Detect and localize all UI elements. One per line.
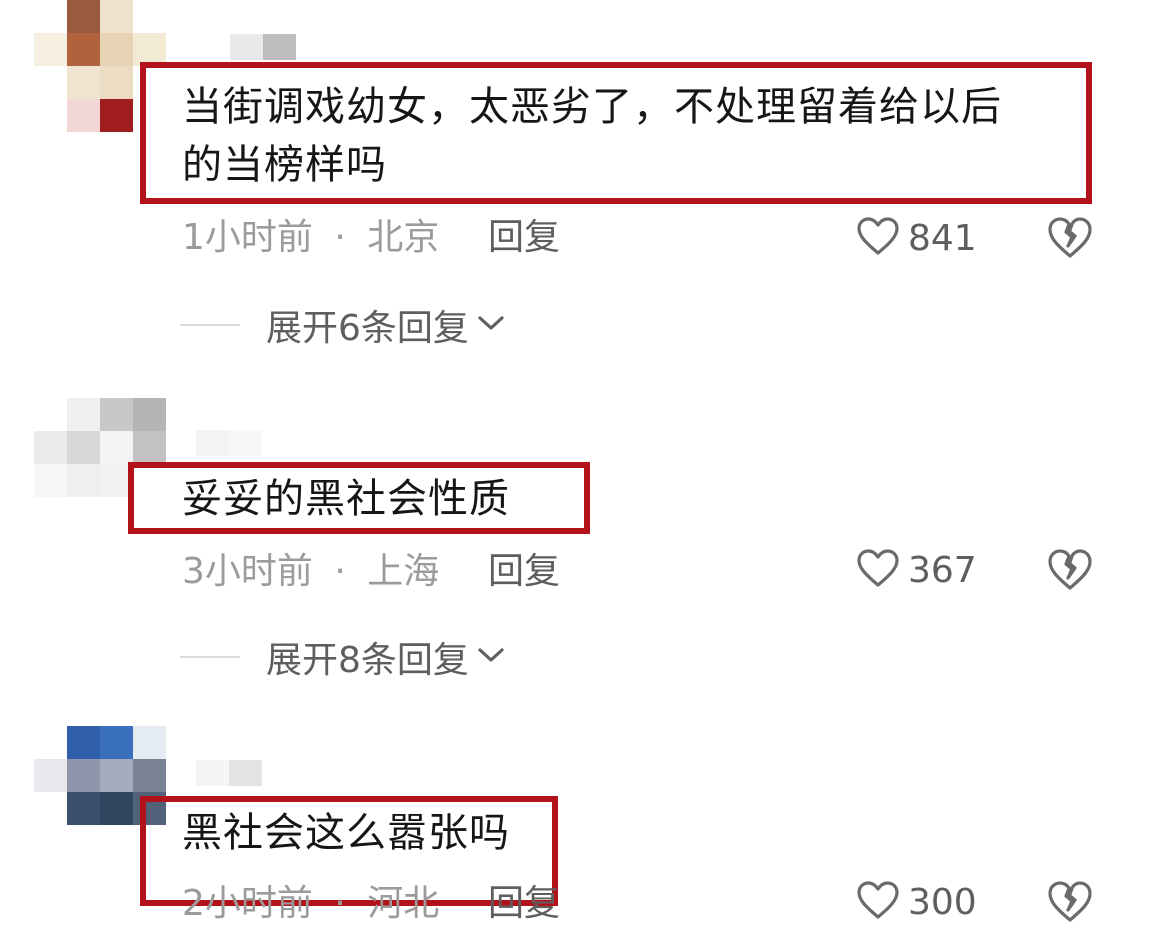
comment-time: 1小时前 (182, 217, 313, 258)
chevron-down-icon (469, 645, 505, 669)
comment-item: 妥妥的黑社会性质 3小时前 · 上海 回复 367 展开8条回复 (0, 380, 1152, 720)
comment-time: 3小时前 (182, 551, 313, 592)
comment-item: 当街调戏幼女，太恶劣了，不处理留着给以后 的当榜样吗 1小时前 · 北京 回复 … (0, 0, 1152, 380)
heart-outline-icon (856, 880, 900, 924)
comment-meta: 1小时前 · 北京 (182, 216, 439, 260)
meta-separator: · (334, 551, 346, 592)
reply-button[interactable]: 回复 (488, 550, 560, 594)
like-button[interactable]: 841 (856, 214, 977, 262)
comment-text: 黑社会这么嚣张吗 (182, 810, 510, 856)
like-count: 300 (908, 881, 977, 923)
dislike-button[interactable] (1046, 546, 1094, 594)
divider-line (180, 324, 240, 326)
dislike-button[interactable] (1046, 878, 1094, 926)
chevron-down-icon (469, 313, 505, 337)
heart-outline-icon (856, 216, 900, 260)
expand-replies-label: 展开6条回复 (266, 308, 469, 349)
comment-text: 当街调戏幼女，太恶劣了，不处理留着给以后 的当榜样吗 (182, 84, 1002, 188)
comment-location: 河北 (367, 883, 440, 924)
like-button[interactable]: 367 (856, 546, 977, 594)
comment-item: 黑社会这么嚣张吗 2小时前 · 河北 回复 300 (0, 720, 1152, 952)
like-count: 841 (908, 217, 977, 259)
comment-time: 2小时前 (182, 883, 313, 924)
reply-button[interactable]: 回复 (488, 216, 560, 260)
like-button[interactable]: 300 (856, 878, 977, 926)
expand-replies-button[interactable]: 展开6条回复 (180, 302, 505, 349)
comment-meta: 2小时前 · 河北 (182, 882, 439, 926)
meta-separator: · (334, 217, 346, 258)
comment-text: 妥妥的黑社会性质 (182, 476, 510, 522)
expand-replies-button[interactable]: 展开8条回复 (180, 634, 505, 681)
comment-location: 北京 (367, 217, 440, 258)
reply-button[interactable]: 回复 (488, 882, 560, 926)
expand-replies-label: 展开8条回复 (266, 640, 469, 681)
like-count: 367 (908, 549, 977, 591)
heart-outline-icon (856, 548, 900, 592)
comment-meta: 3小时前 · 上海 (182, 550, 439, 594)
broken-heart-icon (1046, 217, 1094, 266)
divider-line (180, 656, 240, 658)
comment-location: 上海 (367, 551, 440, 592)
broken-heart-icon (1046, 549, 1094, 598)
broken-heart-icon (1046, 881, 1094, 930)
meta-separator: · (334, 883, 346, 924)
dislike-button[interactable] (1046, 214, 1094, 262)
